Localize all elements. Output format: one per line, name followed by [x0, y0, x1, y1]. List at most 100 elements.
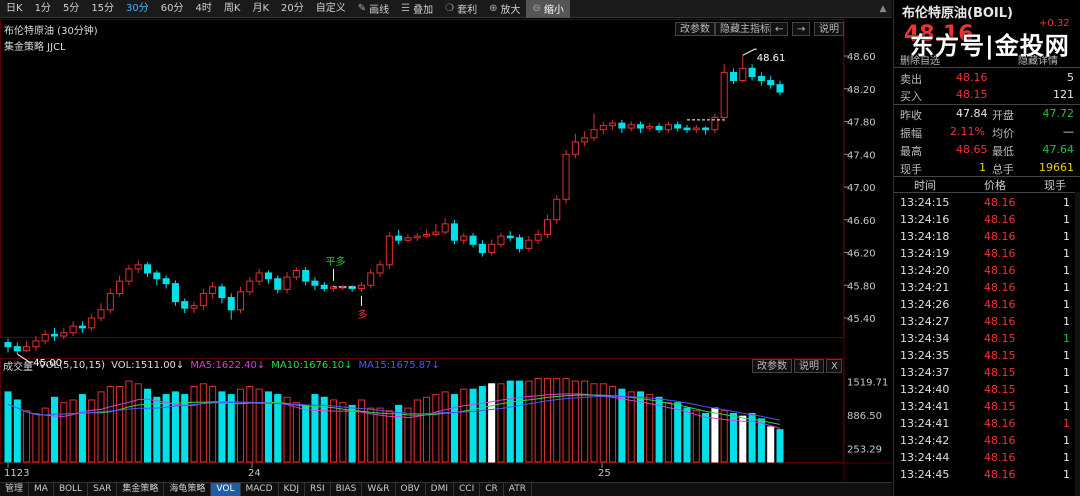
candle-body: [320, 284, 328, 290]
timeframe-tab[interactable]: 15分: [85, 0, 120, 18]
tick-time: 13:24:41: [900, 400, 950, 413]
price-axis-label: 47.40: [847, 150, 876, 161]
candle-body: [190, 305, 198, 309]
indicator-tab[interactable]: BIAS: [331, 483, 363, 496]
timeframe-tab[interactable]: 月K: [246, 0, 275, 18]
arrow-left-icon[interactable]: ←: [770, 22, 788, 36]
volume-bar: [432, 394, 440, 463]
tool-button[interactable]: ✎ 画线: [352, 0, 395, 18]
indicator-tab[interactable]: RSI: [305, 483, 331, 496]
timeframe-tab[interactable]: 20分: [275, 0, 310, 18]
delete-watchlist-button[interactable]: 删除自选: [900, 52, 940, 67]
tool-button[interactable]: ❍ 套利: [439, 0, 483, 18]
tick-volume: 1: [1063, 434, 1070, 447]
candle-body: [367, 272, 375, 286]
price-axis-label: 45.40: [847, 314, 876, 325]
candle-body: [683, 127, 691, 131]
candle-body: [32, 340, 40, 348]
timeframe-tab[interactable]: 60分: [155, 0, 190, 18]
candle-body: [181, 301, 189, 309]
time-axis-label: 25: [598, 468, 611, 479]
candle-body: [590, 129, 598, 139]
volume-bar: [227, 394, 235, 463]
volume-change-params-button[interactable]: 改参数: [752, 359, 792, 373]
candle-body: [50, 333, 59, 337]
candle-body: [655, 125, 663, 131]
candle-body: [636, 124, 645, 129]
tick-volume: 1: [1063, 247, 1070, 260]
volume-bar: [581, 380, 589, 463]
tick-volume: 1: [1063, 366, 1070, 379]
volume-bar: [302, 404, 310, 463]
indicator-tab[interactable]: SAR: [88, 483, 118, 496]
indicator-tab[interactable]: CCI: [454, 483, 481, 496]
indicator-tab[interactable]: DMI: [426, 483, 454, 496]
tool-button[interactable]: ☰ 叠加: [395, 0, 439, 18]
change-params-button[interactable]: 改参数: [675, 22, 715, 36]
scroll-up-icon[interactable]: ▲: [876, 0, 890, 18]
indicator-tab[interactable]: MA: [29, 483, 54, 496]
volume-bar: [516, 380, 524, 463]
timeframe-tab[interactable]: 5分: [57, 0, 85, 18]
indicator-tab[interactable]: 集金策略: [117, 483, 165, 496]
indicator-tab[interactable]: MACD: [241, 483, 279, 496]
candle-body: [562, 153, 570, 200]
hide-main-indicator-button[interactable]: 隐藏主指标: [715, 22, 775, 36]
volume-ma10: MA10:1676.10↓: [271, 359, 353, 371]
volume-bar: [274, 394, 282, 463]
candle-body: [506, 235, 514, 239]
volume-bar: [692, 410, 700, 463]
current-lot-value: 1: [979, 161, 986, 174]
tick-price: 48.16: [984, 315, 1016, 328]
timeframe-tab[interactable]: 自定义: [310, 0, 352, 18]
candle-body: [757, 75, 765, 82]
help-button[interactable]: 说明: [814, 22, 844, 36]
candle-body: [125, 268, 133, 282]
volume-bar: [255, 388, 263, 463]
price-axis-label: 47.80: [847, 118, 876, 129]
indicator-tab[interactable]: 海龟策略: [164, 483, 212, 496]
timeframe-tab[interactable]: 1分: [29, 0, 57, 18]
timeframe-tab[interactable]: 30分: [120, 0, 155, 18]
candlestick-chart: 48.60 48.20 47.80 47.40 47.00 46.60 46.20 45.80…: [0, 19, 892, 496]
indicator-tab[interactable]: VOL: [211, 483, 241, 496]
volume-bar: [60, 402, 68, 463]
volume-bar: [283, 396, 291, 463]
indicator-tab[interactable]: KDJ: [279, 483, 305, 496]
arrow-right-icon[interactable]: →: [792, 22, 810, 36]
tick-list-scrollbar[interactable]: [1075, 192, 1080, 496]
tick-price: 48.16: [984, 417, 1016, 430]
indicator-tab[interactable]: OBV: [396, 483, 426, 496]
tick-header-price: 价格: [984, 179, 1006, 192]
indicator-tab[interactable]: CR: [480, 483, 504, 496]
tick-time: 13:24:18: [900, 230, 950, 243]
volume-axis-label: 886.50: [847, 411, 882, 422]
tool-label: 放大: [500, 5, 521, 16]
hide-detail-button[interactable]: 隐藏详情: [1018, 52, 1058, 67]
price-axis-label: 47.00: [847, 183, 876, 194]
ask-price: 48.16: [956, 71, 988, 84]
timeframe-tab[interactable]: 日K: [0, 0, 29, 18]
chart-title: 布伦特原油 (30分钟): [4, 26, 98, 37]
money-bag-icon: ❍: [445, 3, 455, 14]
volume-close-button[interactable]: X: [826, 359, 842, 373]
indicator-tab[interactable]: ATR: [504, 483, 532, 496]
tool-label: 画线: [369, 5, 390, 16]
timeframe-tab[interactable]: 周K: [218, 0, 247, 18]
tool-button[interactable]: ⊖ 缩小: [526, 0, 570, 18]
candle-body: [78, 325, 86, 329]
tick-row: 13:24:40 48.15 1: [894, 381, 1080, 398]
volume-bar: [562, 377, 570, 463]
candle-body: [23, 346, 31, 352]
tick-volume: 1: [1063, 468, 1070, 481]
indicator-tab[interactable]: BOLL: [54, 483, 89, 496]
timeframe-tab[interactable]: 4时: [190, 0, 218, 18]
volume-bar: [78, 394, 86, 463]
volume-bar: [171, 391, 179, 463]
indicator-tab[interactable]: W&R: [362, 483, 396, 496]
candle-body: [357, 284, 365, 290]
indicator-tab[interactable]: 管理: [0, 483, 30, 496]
tool-label: 缩小: [543, 5, 564, 16]
volume-help-button[interactable]: 说明: [794, 359, 824, 373]
tool-button[interactable]: ⊕ 放大: [483, 0, 526, 18]
